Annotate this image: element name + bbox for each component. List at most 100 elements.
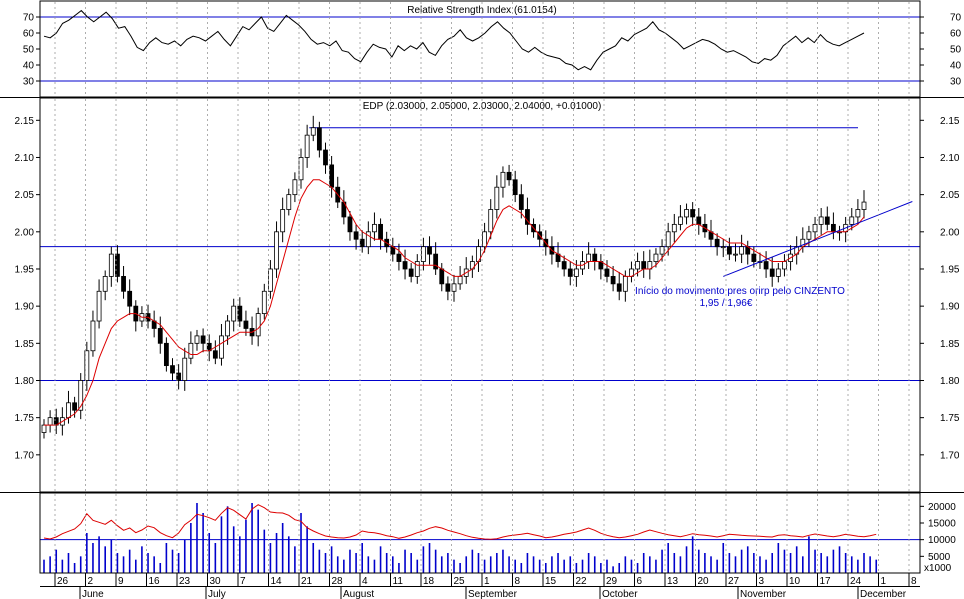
candle-body: [286, 194, 292, 210]
price-tick-left: 2.05: [15, 190, 35, 201]
rsi-line: [43, 9, 865, 71]
candle: [451, 274, 457, 302]
candle: [396, 243, 402, 271]
annotation-line-1: Início do movimento pres orirp pelo CINZ…: [635, 286, 845, 297]
candle: [506, 164, 512, 186]
volume-tick-right: 10000: [928, 535, 956, 546]
candle: [708, 219, 714, 247]
candle-body: [506, 171, 512, 181]
day-label: 25: [454, 576, 466, 587]
day-label: 17: [820, 576, 832, 587]
candle-body: [678, 216, 683, 225]
candle: [494, 175, 500, 219]
candle: [629, 261, 634, 283]
candle: [824, 206, 830, 231]
candle-body: [280, 209, 286, 233]
candle: [598, 254, 604, 280]
candle: [304, 124, 310, 168]
candle-body: [421, 246, 426, 262]
price-tick-left: 2.00: [15, 227, 35, 238]
candle: [831, 212, 836, 240]
candle: [90, 310, 96, 357]
candle-body: [610, 276, 616, 285]
day-label: 11: [393, 576, 404, 587]
candle: [843, 216, 849, 243]
candle-body: [561, 261, 567, 270]
candle: [445, 276, 451, 301]
volume-unit: x1000: [924, 563, 952, 574]
candle-body: [127, 290, 133, 307]
candle-body: [231, 305, 237, 322]
candle-body: [353, 231, 359, 240]
month-label: July: [208, 589, 226, 599]
candle-body: [237, 305, 243, 322]
candle-body: [604, 268, 610, 277]
day-label: 14: [271, 576, 283, 587]
candle-body: [378, 223, 383, 240]
candle-body: [641, 261, 647, 270]
price-tick-right: 2.05: [940, 190, 960, 201]
candle-body: [212, 350, 218, 359]
day-label: 3: [759, 576, 765, 587]
candle-body: [739, 246, 745, 255]
candle-body: [182, 357, 188, 381]
day-label: 24: [850, 576, 862, 587]
candle-body: [329, 164, 335, 188]
candle: [188, 331, 194, 365]
candle: [365, 221, 371, 255]
candle: [702, 213, 708, 238]
rsi-tick-left: 60: [23, 29, 35, 40]
candle: [696, 208, 702, 235]
price-tick-right: 1.95: [940, 264, 960, 275]
day-label: 16: [149, 576, 161, 587]
candle-body: [586, 253, 592, 262]
candle: [567, 261, 573, 286]
candle: [378, 218, 383, 250]
candle: [298, 148, 304, 189]
candle-body: [396, 253, 402, 262]
candle-body: [726, 246, 732, 255]
candle-body: [671, 223, 677, 233]
candle: [212, 340, 218, 365]
candle: [775, 263, 781, 283]
candle-body: [733, 253, 738, 256]
candle: [812, 216, 818, 241]
candle: [102, 270, 108, 301]
candle-body: [824, 216, 830, 225]
candle: [525, 197, 530, 235]
candle-body: [219, 335, 224, 359]
candle: [316, 121, 322, 158]
candle-body: [41, 424, 47, 433]
candle: [372, 212, 377, 241]
candle-body: [261, 290, 267, 314]
candle: [268, 260, 273, 299]
candle-body: [714, 238, 720, 248]
rsi-title: Relative Strength Index (61.0154): [407, 5, 557, 16]
rsi-tick-left: 50: [23, 45, 35, 56]
candle-body: [439, 268, 445, 285]
candle-body: [90, 320, 96, 352]
day-label: 10: [789, 576, 801, 587]
day-label: 27: [728, 576, 740, 587]
candle-body: [684, 209, 689, 218]
price-tick-left: 1.90: [15, 302, 35, 313]
candle: [604, 260, 610, 283]
volume-tick-right: 5000: [928, 552, 951, 563]
price-tick-left: 1.70: [15, 450, 35, 461]
candle-body: [696, 216, 702, 225]
candle: [671, 213, 677, 243]
candle: [286, 188, 292, 216]
candle-body: [298, 157, 304, 181]
price-tick-right: 2.10: [940, 153, 960, 164]
candle-body: [402, 261, 408, 270]
candle: [157, 316, 163, 354]
candle-body: [573, 268, 579, 277]
candle-body: [102, 276, 108, 292]
candle: [292, 172, 298, 203]
candle: [96, 279, 102, 329]
candle-body: [690, 209, 696, 218]
candle: [616, 271, 622, 301]
candle-body: [665, 231, 671, 248]
candle: [476, 239, 481, 272]
rsi-tick-right: 50: [950, 45, 962, 56]
